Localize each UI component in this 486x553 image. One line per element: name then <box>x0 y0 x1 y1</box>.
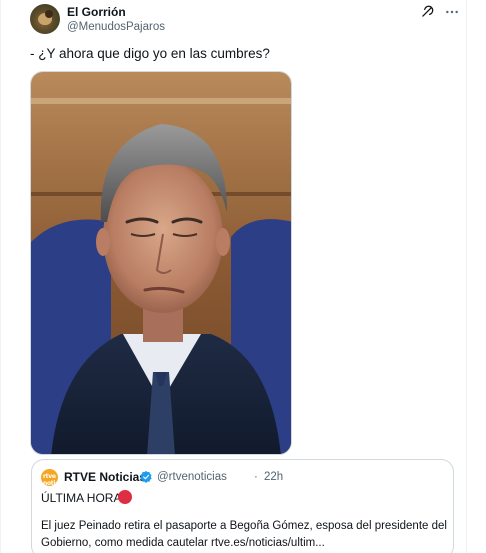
sparrow-head-icon <box>45 10 53 18</box>
quoted-separator: · <box>254 471 258 483</box>
tweet[interactable]: El Gorrión @MenudosPajaros - ¿Y ahora qu… <box>0 0 486 553</box>
quoted-tweet[interactable]: rtve noticias RTVE Noticias @rtvenoticia… <box>31 459 454 553</box>
author-handle[interactable]: @MenudosPajaros <box>67 21 165 33</box>
rtve-avatar-label: rtve noticias <box>43 473 58 486</box>
quoted-body-line-2: Gobierno, como medida cautelar rtve.es/n… <box>41 537 325 549</box>
photo-man-portrait <box>31 72 291 454</box>
red-circle-emoji <box>118 490 132 504</box>
more-horizontal-icon[interactable] <box>444 4 460 20</box>
quoted-headline: ÚLTIMA HORA <box>41 491 122 505</box>
quoted-author-name[interactable]: RTVE Noticias <box>64 470 146 484</box>
quoted-timestamp[interactable]: 22h <box>264 471 283 483</box>
quoted-author-handle[interactable]: @rtvenoticias <box>157 471 227 483</box>
quoted-body-line-1: El juez Peinado retira el pasaporte a Be… <box>41 520 447 532</box>
verified-badge-icon <box>140 470 152 483</box>
grok-icon[interactable] <box>420 5 434 19</box>
tweet-photo[interactable] <box>30 71 292 455</box>
tweet-text: - ¿Y ahora que digo yo en las cumbres? <box>30 46 270 61</box>
author-avatar[interactable] <box>30 4 60 34</box>
timeline-divider-left <box>0 0 1 553</box>
timeline-divider-right <box>466 0 467 553</box>
author-name[interactable]: El Gorrión <box>67 5 126 19</box>
rtve-avatar[interactable]: rtve noticias <box>41 469 58 486</box>
